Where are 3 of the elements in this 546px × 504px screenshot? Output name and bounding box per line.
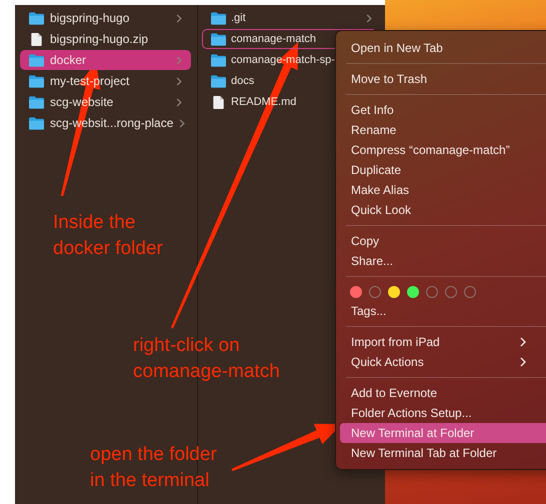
- annotation-text: open the folder in the terminal: [90, 443, 217, 493]
- annotation-text: Inside the docker folder: [53, 211, 163, 261]
- annotation-text: right-click on comanage-match: [133, 334, 280, 384]
